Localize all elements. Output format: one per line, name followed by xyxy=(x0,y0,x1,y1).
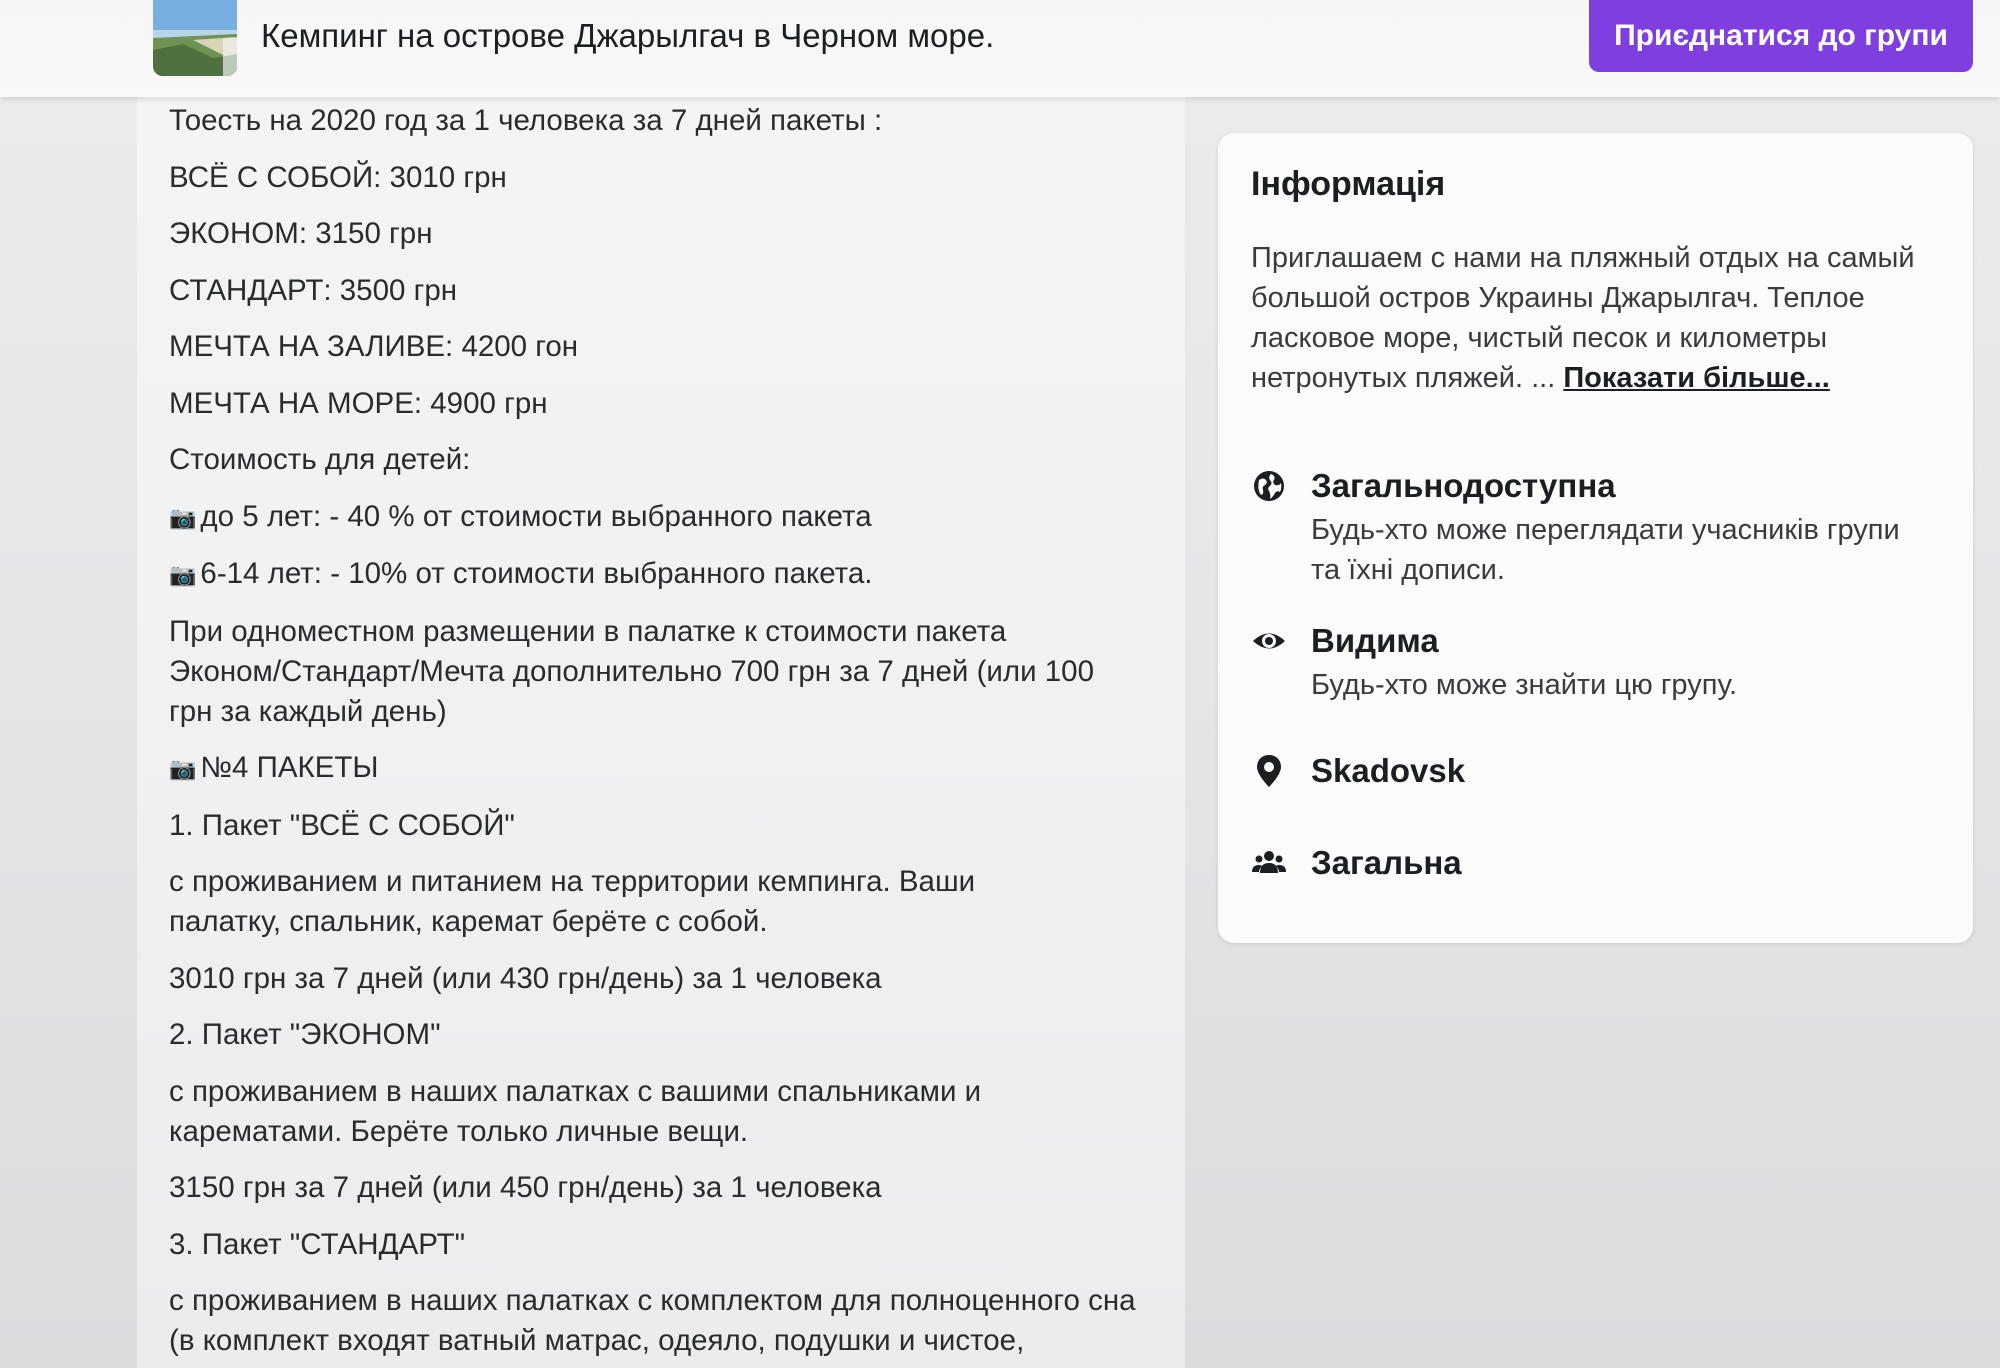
group-header: Кемпинг на острове Джарылгач в Черном мо… xyxy=(0,0,2000,97)
post-text: Тоесть на 2020 год за 1 человека за 7 дн… xyxy=(169,101,1169,1368)
info-description: Приглашаем с нами на пляжный отдых на са… xyxy=(1251,238,1941,398)
post-paragraph: ВСЁ С СОБОЙ: 3010 грн xyxy=(169,160,507,194)
post-paragraph: Стоимость для детей: xyxy=(169,443,471,476)
info-heading: Інформація xyxy=(1251,165,1446,203)
globe-icon xyxy=(1254,471,1284,501)
post-paragraph: 📷 6-14 лет: - 10% от стоимости выбранного… xyxy=(169,554,1169,595)
post-content: Тоесть на 2020 год за 1 человека за 7 дн… xyxy=(137,97,1185,1368)
camera-icon: 📷 xyxy=(169,756,197,781)
privacy-public-title: Загальнодоступна xyxy=(1311,467,1616,504)
post-paragraph: 3010 грн за 7 дней (или 430 грн/день) за… xyxy=(169,961,882,995)
group-type-title: Загальна xyxy=(1311,844,1462,881)
post-paragraph: МЕЧТА НА МОРЕ: 4900 грн xyxy=(169,386,548,420)
island-photo-icon xyxy=(153,0,237,76)
post-paragraph: 2. Пакет "ЭКОНОМ" xyxy=(169,1018,441,1051)
join-group-button[interactable]: Приєднатися до групи xyxy=(1589,0,1973,72)
post-paragraph: 📷 до 5 лет: - 40 % от стоимости выбранног… xyxy=(169,497,1169,538)
post-paragraph: с проживанием и питанием на территории к… xyxy=(169,865,976,938)
post-paragraph: 1. Пакет "ВСЁ С СОБОЙ" xyxy=(169,808,515,842)
group-cover-thumbnail[interactable] xyxy=(153,0,237,76)
location-pin-icon xyxy=(1257,755,1281,787)
privacy-public-subtitle: Будь-хто може переглядати учасників груп… xyxy=(1311,514,1900,586)
visibility-title: Видима xyxy=(1311,622,1439,659)
show-more-link[interactable]: Показати більше... xyxy=(1563,362,1830,394)
post-paragraph: СТАНДАРТ: 3500 грн xyxy=(169,273,458,307)
people-icon xyxy=(1252,851,1286,873)
post-paragraph: с проживанием в наших палатках с комплек… xyxy=(169,1284,1136,1357)
camera-icon: 📷 xyxy=(169,562,197,587)
camera-icon: 📷 xyxy=(169,504,197,530)
eye-icon xyxy=(1253,633,1285,649)
post-paragraph: ЭКОНОМ: 3150 грн xyxy=(169,217,433,250)
post-paragraph: 📷 №4 ПАКЕТЫ xyxy=(169,748,1169,789)
post-paragraph: 3. Пакет "СТАНДАРТ" xyxy=(169,1227,466,1261)
group-info-card: Інформація Приглашаем с нами на пляжный … xyxy=(1218,133,1973,943)
group-title[interactable]: Кемпинг на острове Джарылгач в Черном мо… xyxy=(261,14,994,58)
post-paragraph: 3150 грн за 7 дней (или 450 грн/день) за… xyxy=(169,1171,882,1204)
visibility-subtitle: Будь-хто може знайти цю групу. xyxy=(1311,669,1738,701)
post-paragraph: При одноместном размещении в палатке к с… xyxy=(169,614,1094,728)
post-paragraph: Тоесть на 2020 год за 1 человека за 7 дн… xyxy=(169,104,883,137)
post-paragraph: МЕЧТА НА ЗАЛИВЕ: 4200 гон xyxy=(169,330,579,363)
post-paragraph: с проживанием в наших палатках с вашими … xyxy=(169,1074,982,1148)
location-title[interactable]: Skadovsk xyxy=(1311,751,1465,791)
